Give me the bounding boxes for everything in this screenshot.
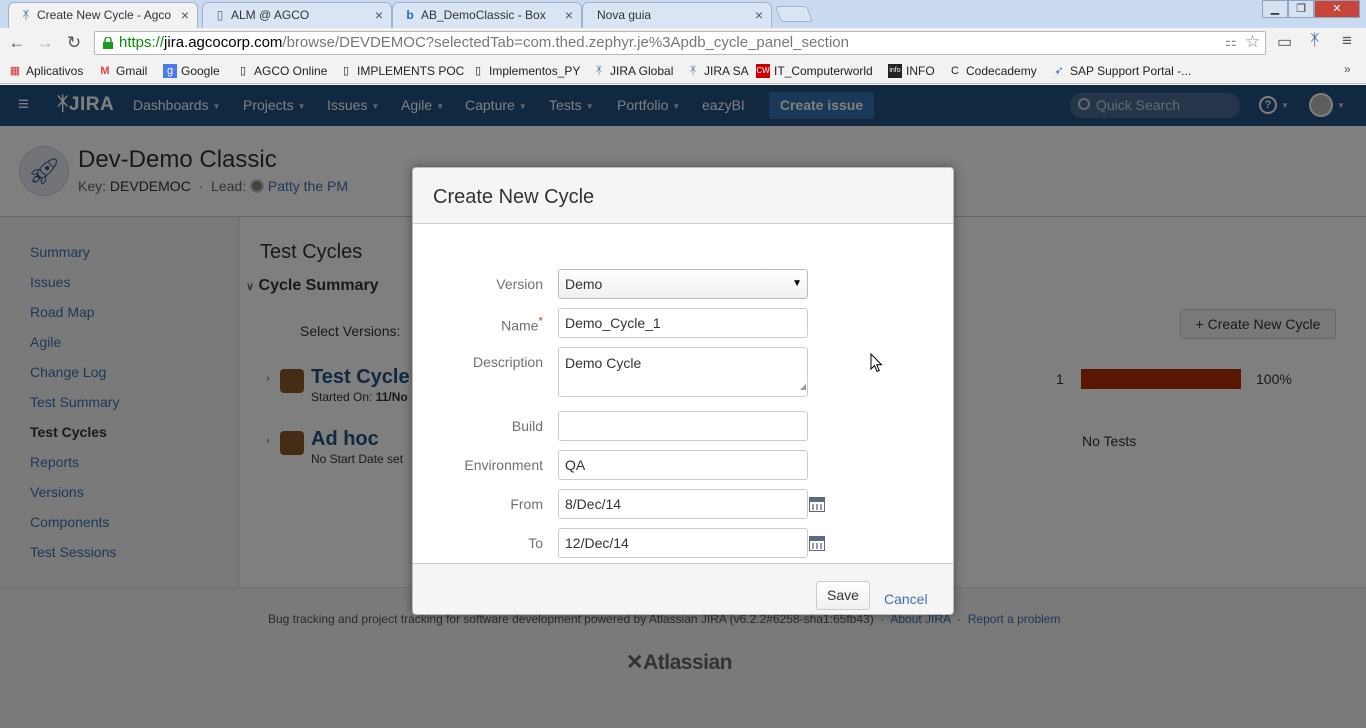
translate-icon[interactable]: ⚏ xyxy=(1225,34,1237,50)
new-tab-button[interactable] xyxy=(775,6,813,22)
calendar-icon[interactable] xyxy=(809,497,825,512)
info-icon: info xyxy=(888,64,902,78)
minimize-button[interactable]: ▁ xyxy=(1262,0,1288,18)
bookmark-info[interactable]: info INFO xyxy=(888,62,935,80)
close-tab-icon[interactable]: × xyxy=(375,3,383,27)
page-icon: ▯ xyxy=(239,65,247,77)
bookmark-gmail[interactable]: M Gmail xyxy=(98,62,147,80)
create-new-cycle-dialog: Create New Cycle Version Demo ▼ Name* De… xyxy=(412,167,954,615)
description-field[interactable]: Demo Cycle ◢ xyxy=(558,347,808,397)
gmail-icon: M xyxy=(100,65,110,77)
menu-icon[interactable]: ≡ xyxy=(1342,31,1352,51)
browser-toolbar: ← → ↻ https://jira.agcocorp.com/browse/D… xyxy=(0,28,1366,58)
version-label: Version xyxy=(496,276,543,292)
bookmark-implementos-py[interactable]: ▯ Implementos_PY xyxy=(471,62,580,80)
reload-icon[interactable]: ↻ xyxy=(62,32,86,54)
forward-icon[interactable]: → xyxy=(33,32,57,54)
close-window-button[interactable]: ✕ xyxy=(1314,0,1360,18)
bookmark-implements-poc[interactable]: ▯ IMPLEMENTS POC xyxy=(339,62,464,80)
bookmark-agco-online[interactable]: ▯ AGCO Online xyxy=(236,62,327,80)
calendar-icon[interactable] xyxy=(809,536,825,551)
build-label: Build xyxy=(511,418,543,434)
bookmark-jira-global[interactable]: ᛡ JIRA Global xyxy=(592,62,674,80)
bookmark-aplicativos[interactable]: ▦ Aplicativos xyxy=(8,62,84,80)
bookmark-it-computerworld[interactable]: CW IT_Computerworld xyxy=(756,62,873,80)
bookmarks-bar: ▦ Aplicativos M Gmail g Google ▯ AGCO Online… xyxy=(0,58,1366,84)
bookmark-codecademy[interactable]: C Codecademy xyxy=(948,62,1037,80)
bookmark-jira-sa[interactable]: ᛡ JIRA SA xyxy=(686,62,749,80)
url-text: https://jira.agcocorp.com/browse/DEVDEMO… xyxy=(119,34,849,51)
google-icon: g xyxy=(163,64,177,78)
close-tab-icon[interactable]: × xyxy=(181,3,189,27)
star-icon[interactable]: ☆ xyxy=(1245,32,1260,52)
cancel-link[interactable]: Cancel xyxy=(884,591,928,607)
page-icon: ▯ xyxy=(342,65,350,77)
tab-nova-guia[interactable]: Nova guia × xyxy=(582,2,772,28)
dialog-footer: Save Cancel xyxy=(413,563,953,614)
lock-icon xyxy=(103,37,113,49)
more-bookmarks-icon[interactable]: » xyxy=(1344,62,1351,76)
jira-icon: ᛡ xyxy=(22,8,30,22)
resize-handle-icon[interactable]: ◢ xyxy=(800,378,806,396)
sap-icon: ➶ xyxy=(1054,65,1064,77)
build-field[interactable] xyxy=(558,411,808,441)
version-select[interactable]: Demo ▼ xyxy=(558,269,808,299)
jira-extension-icon[interactable]: ᛡ xyxy=(1310,32,1320,50)
environment-label: Environment xyxy=(464,457,543,473)
from-date-field[interactable]: 8/Dec/14 xyxy=(558,489,808,519)
page-icon: ▯ xyxy=(474,65,482,77)
name-field[interactable]: Demo_Cycle_1 xyxy=(558,308,808,338)
close-tab-icon[interactable]: × xyxy=(565,3,573,27)
bookmark-google[interactable]: g Google xyxy=(163,62,220,80)
dialog-header: Create New Cycle xyxy=(413,168,953,224)
back-icon[interactable]: ← xyxy=(5,32,29,54)
tab-alm-agco[interactable]: ▯ ALM @ AGCO × xyxy=(202,2,392,28)
page-icon: ▯ xyxy=(216,8,224,22)
name-label: Name* xyxy=(501,315,543,334)
bookmark-sap-support[interactable]: ➶ SAP Support Portal -... xyxy=(1052,62,1191,80)
jira-icon: ᛡ xyxy=(595,65,603,77)
mouse-cursor-icon xyxy=(870,353,883,373)
jira-icon: ᛡ xyxy=(689,65,697,77)
close-tab-icon[interactable]: × xyxy=(755,3,763,27)
to-date-field[interactable]: 12/Dec/14 xyxy=(558,528,808,558)
description-label: Description xyxy=(472,354,543,370)
from-label: From xyxy=(510,496,543,512)
cast-icon[interactable]: ▭ xyxy=(1277,32,1292,52)
computerworld-icon: CW xyxy=(756,64,770,78)
browser-tabstrip: ᛡ Create New Cycle - Agco × ▯ ALM @ AGCO… xyxy=(0,0,1366,28)
tab-ab-democlassic[interactable]: b AB_DemoClassic - Box × xyxy=(392,2,582,28)
apps-icon: ▦ xyxy=(9,65,21,77)
box-icon: b xyxy=(406,8,414,22)
dialog-title: Create New Cycle xyxy=(433,186,595,208)
tab-create-new-cycle[interactable]: ᛡ Create New Cycle - Agco × xyxy=(8,2,198,28)
save-button[interactable]: Save xyxy=(816,581,870,610)
codecademy-icon: C xyxy=(951,65,959,77)
dropdown-arrow-icon: ▼ xyxy=(792,278,802,289)
maximize-button[interactable]: ❐ xyxy=(1288,0,1314,18)
to-label: To xyxy=(528,535,543,551)
environment-field[interactable]: QA xyxy=(558,450,808,480)
address-bar[interactable]: https://jira.agcocorp.com/browse/DEVDEMO… xyxy=(94,31,1266,55)
